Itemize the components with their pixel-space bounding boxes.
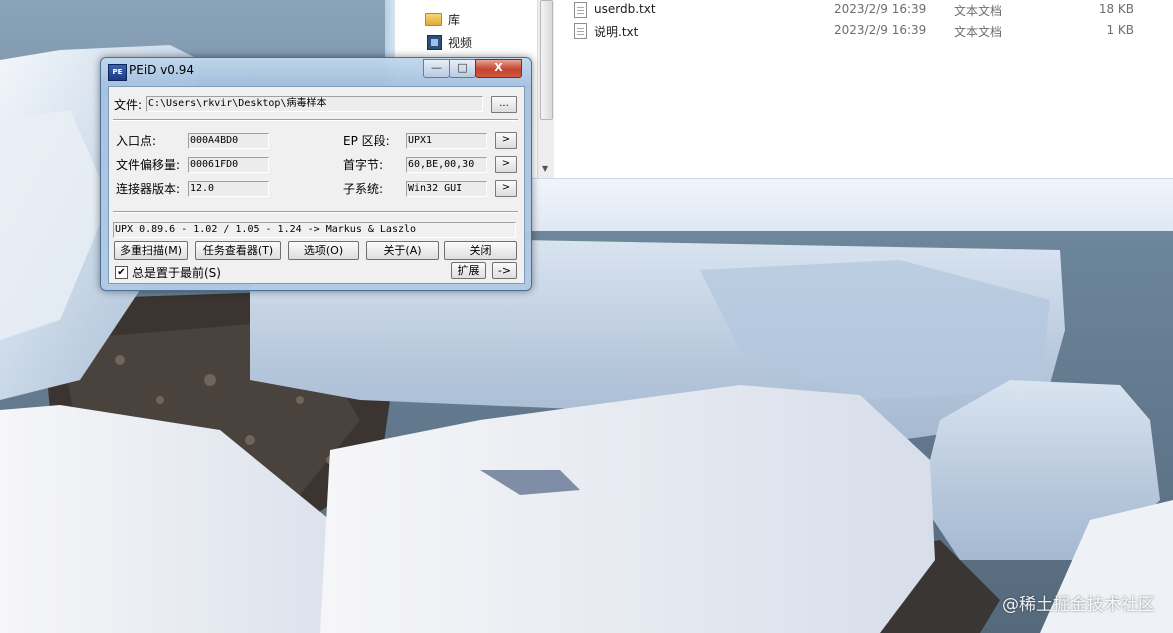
first-bytes-label: 首字节:	[343, 158, 384, 172]
title-bar[interactable]: PE PEiD v0.94 — □ X	[101, 58, 531, 84]
text-file-icon	[574, 2, 587, 18]
text-file-icon	[574, 23, 587, 39]
multi-scan-button[interactable]: 多重扫描(M)	[114, 241, 188, 260]
more-button[interactable]: ->	[492, 262, 517, 279]
file-size: 1 KB	[1106, 23, 1134, 37]
file-row[interactable]: 说明.txt 2023/2/9 16:39 文本文档 1 KB	[574, 21, 1154, 41]
nav-item-label: 库	[448, 12, 461, 27]
first-bytes-details-button[interactable]: >	[495, 156, 517, 173]
file-type: 文本文档	[954, 25, 1003, 39]
close-button[interactable]: X	[475, 59, 522, 78]
ep-section-field[interactable]: UPX1	[406, 133, 487, 149]
file-offset-field[interactable]: 00061FD0	[188, 157, 269, 173]
exit-button[interactable]: 关闭	[444, 241, 517, 260]
subsystem-field[interactable]: Win32 GUI	[406, 181, 487, 197]
video-library-icon	[427, 34, 442, 50]
file-date: 2023/2/9 16:39	[834, 2, 927, 16]
entry-point-label: 入口点:	[116, 134, 157, 148]
maximize-button[interactable]: □	[449, 59, 476, 78]
linker-version-field[interactable]: 12.0	[188, 181, 269, 197]
file-path-field[interactable]: C:\Users\rkvir\Desktop\病毒样本	[146, 96, 483, 112]
divider	[113, 211, 518, 213]
file-label: 文件:	[114, 98, 143, 112]
file-offset-label: 文件偏移量:	[116, 158, 181, 172]
options-button[interactable]: 选项(O)	[288, 241, 359, 260]
watermark-text: @稀土掘金技术社区	[1002, 595, 1155, 615]
browse-button[interactable]: ...	[491, 96, 517, 113]
task-viewer-button[interactable]: 任务查看器(T)	[195, 241, 281, 260]
entry-point-field[interactable]: 000A4BD0	[188, 133, 269, 149]
file-name: 说明.txt	[594, 25, 639, 39]
peid-app-icon: PE	[108, 64, 127, 81]
detection-result-field[interactable]: UPX 0.89.6 - 1.02 / 1.05 - 1.24 -> Marku…	[113, 222, 516, 238]
scroll-down-arrow-icon[interactable]: ▼	[542, 164, 548, 173]
linker-version-label: 连接器版本:	[116, 182, 181, 196]
nav-item-videos[interactable]: 视频	[427, 32, 472, 52]
divider	[113, 119, 518, 121]
file-date: 2023/2/9 16:39	[834, 23, 927, 37]
nav-item-library[interactable]: 库	[425, 9, 460, 29]
file-size: 18 KB	[1098, 2, 1134, 16]
extend-button[interactable]: 扩展	[451, 262, 486, 279]
file-type: 文本文档	[954, 4, 1003, 18]
subsystem-details-button[interactable]: >	[495, 180, 517, 197]
library-folder-icon	[425, 12, 442, 26]
stay-on-top-label[interactable]: 总是置于最前(S)	[132, 264, 221, 281]
peid-window: PE PEiD v0.94 — □ X 文件: C:\Users\rkvir\D…	[100, 57, 532, 291]
about-button[interactable]: 关于(A)	[366, 241, 439, 260]
file-name: userdb.txt	[594, 2, 656, 16]
ep-section-details-button[interactable]: >	[495, 132, 517, 149]
navigation-scrollbar[interactable]: ▼	[537, 0, 555, 178]
minimize-button[interactable]: —	[423, 59, 450, 78]
file-list: userdb.txt 2023/2/9 16:39 文本文档 18 KB 说明.…	[554, 0, 1173, 178]
stay-on-top-checkbox[interactable]: ✔	[115, 266, 128, 279]
peid-client-area: 文件: C:\Users\rkvir\Desktop\病毒样本 ... 入口点:…	[108, 86, 525, 284]
nav-item-label: 视频	[448, 35, 473, 50]
window-title: PEiD v0.94	[129, 63, 195, 77]
scrollbar-thumb[interactable]	[540, 0, 553, 120]
file-row[interactable]: userdb.txt 2023/2/9 16:39 文本文档 18 KB	[574, 0, 1154, 20]
subsystem-label: 子系统:	[343, 182, 384, 196]
ep-section-label: EP 区段:	[343, 134, 390, 148]
first-bytes-field[interactable]: 60,BE,00,30	[406, 157, 487, 173]
